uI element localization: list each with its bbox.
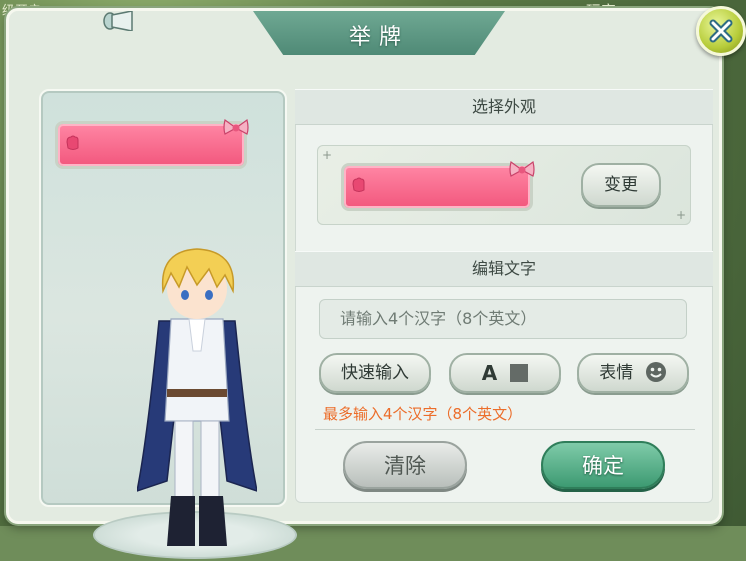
preview-sign-banner [55,118,249,169]
font-letter-label: A [481,361,498,385]
edit-text-header: 编辑文字 [295,251,713,287]
divider [315,429,695,430]
appearance-selector: + + 变更 [317,145,691,225]
emoji-label: 表情 [599,363,634,383]
change-appearance-button[interactable]: 变更 [581,163,661,207]
character-avatar [137,248,257,546]
font-style-button[interactable]: A [449,353,561,393]
dialog-title: 举牌 [348,25,409,50]
character-preview-card [39,89,297,559]
bow-icon [223,118,249,135]
close-icon[interactable] [696,6,746,56]
confirm-button[interactable]: 确定 [541,441,665,489]
editor-column: 选择外观 + + 变更 编辑文字 请输入4个汉字（8个英文） 快速输入 A 表情… [295,89,713,503]
bow-icon [509,160,535,177]
dialog-panel: 举牌 选择外观 + + 变更 编辑文字 请输入4个汉字（8个英文） 快速输入 A… [6,8,722,559]
clear-button[interactable]: 清除 [343,441,467,489]
corner-plus-icon: + [321,148,333,162]
sign-text-input[interactable]: 请输入4个汉字（8个英文） [319,299,687,339]
color-swatch-icon [510,364,529,382]
smiley-icon [645,362,666,382]
emoji-button[interactable]: 表情 [577,353,689,393]
input-limit-hint: 最多输入4个汉字（8个英文） [323,405,523,423]
hand-icon [352,177,365,192]
selected-sign-banner [341,160,535,211]
quick-input-button[interactable]: 快速输入 [319,353,431,393]
corner-plus-icon: + [675,208,687,222]
appearance-header: 选择外观 [295,89,713,125]
close-x-icon [709,19,733,43]
hand-icon [66,135,79,150]
megaphone-icon [103,11,133,31]
